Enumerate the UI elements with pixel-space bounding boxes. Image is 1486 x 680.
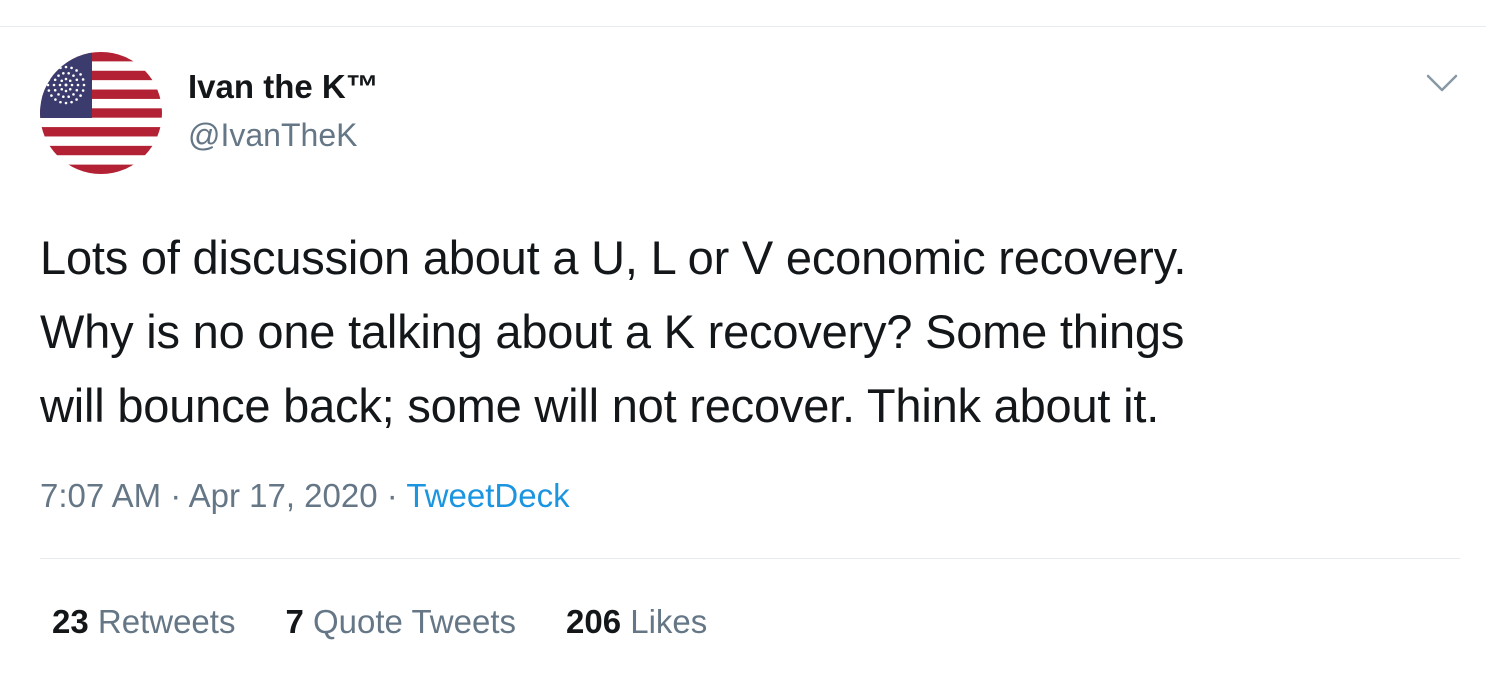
avatar[interactable] — [40, 52, 162, 174]
quote-tweets-stat[interactable]: 7 Quote Tweets — [285, 603, 516, 641]
quote-tweets-label: Quote Tweets — [312, 603, 516, 640]
us-flag-avatar-icon — [40, 52, 162, 174]
retweets-label: Retweets — [97, 603, 236, 640]
display-name[interactable]: Ivan the K™ — [188, 68, 379, 106]
tweet-time[interactable]: 7:07 AM — [40, 477, 161, 514]
tweet-meta: 7:07 AM · Apr 17, 2020 · TweetDeck — [40, 477, 570, 515]
tweet-date[interactable]: Apr 17, 2020 — [189, 477, 378, 514]
likes-label: Likes — [630, 603, 708, 640]
likes-stat[interactable]: 206 Likes — [566, 603, 707, 641]
tweet-source-link[interactable]: TweetDeck — [406, 477, 569, 514]
tweet-text: Lots of discussion about a U, L or V eco… — [40, 231, 1187, 432]
top-divider — [0, 26, 1486, 27]
stats-divider — [40, 558, 1460, 559]
retweets-count: 23 — [52, 603, 89, 640]
likes-count: 206 — [566, 603, 622, 640]
meta-separator: · — [170, 477, 182, 514]
meta-separator: · — [386, 477, 398, 514]
retweets-stat[interactable]: 23 Retweets — [52, 603, 235, 641]
tweet-stats: 23 Retweets 7 Quote Tweets 206 Likes — [52, 603, 757, 641]
tweet-card: Ivan the K™ @IvanTheK Lots of discussion… — [0, 0, 1486, 680]
user-handle[interactable]: @IvanTheK — [188, 117, 357, 154]
quote-tweets-count: 7 — [285, 603, 304, 640]
chevron-down-icon[interactable] — [1424, 70, 1460, 96]
